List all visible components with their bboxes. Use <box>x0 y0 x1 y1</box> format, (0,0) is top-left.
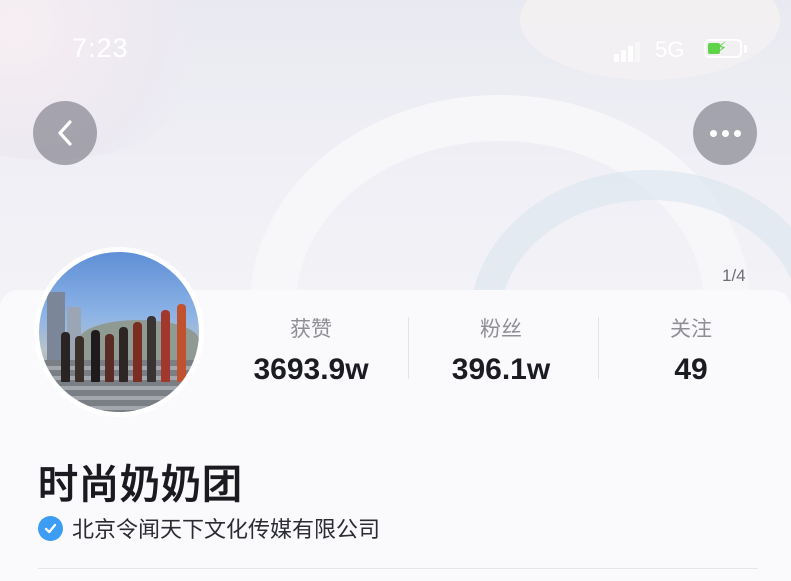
signal-icon <box>614 40 644 62</box>
avatar-photo <box>39 252 199 412</box>
profile-stats: 获赞 3693.9w 粉丝 396.1w 关注 49 <box>210 305 791 405</box>
verification-text: 北京令闻天下文化传媒有限公司 <box>72 518 381 543</box>
network-type: 5G <box>655 37 685 62</box>
battery-icon: ⚡ <box>704 38 742 58</box>
avatar[interactable] <box>34 247 204 417</box>
stat-label: 粉丝 <box>480 317 522 341</box>
stat-label: 关注 <box>670 317 712 341</box>
stat-likes[interactable]: 获赞 3693.9w <box>216 305 406 387</box>
stat-value: 396.1w <box>451 353 551 386</box>
verified-check-icon <box>38 515 63 541</box>
stat-following[interactable]: 关注 49 <box>596 305 786 387</box>
profile-name: 时尚奶奶团 <box>38 462 243 508</box>
verification-info[interactable]: 北京令闻天下文化传媒有限公司 <box>38 513 380 543</box>
back-button[interactable] <box>33 101 97 165</box>
stat-value: 49 <box>674 353 708 386</box>
stat-followers[interactable]: 粉丝 396.1w <box>406 305 596 387</box>
status-bar: 7:23 5G ⚡ <box>0 30 791 70</box>
battery-tip <box>744 45 747 53</box>
status-time: 7:23 <box>72 33 129 63</box>
ellipsis-icon <box>709 129 741 137</box>
section-divider <box>38 568 758 569</box>
banner-page-indicator: 1/4 <box>722 266 746 285</box>
more-options-button[interactable] <box>693 101 757 165</box>
stat-value: 3693.9w <box>253 353 369 386</box>
stat-label: 获赞 <box>290 317 332 341</box>
chevron-left-icon <box>58 120 72 146</box>
